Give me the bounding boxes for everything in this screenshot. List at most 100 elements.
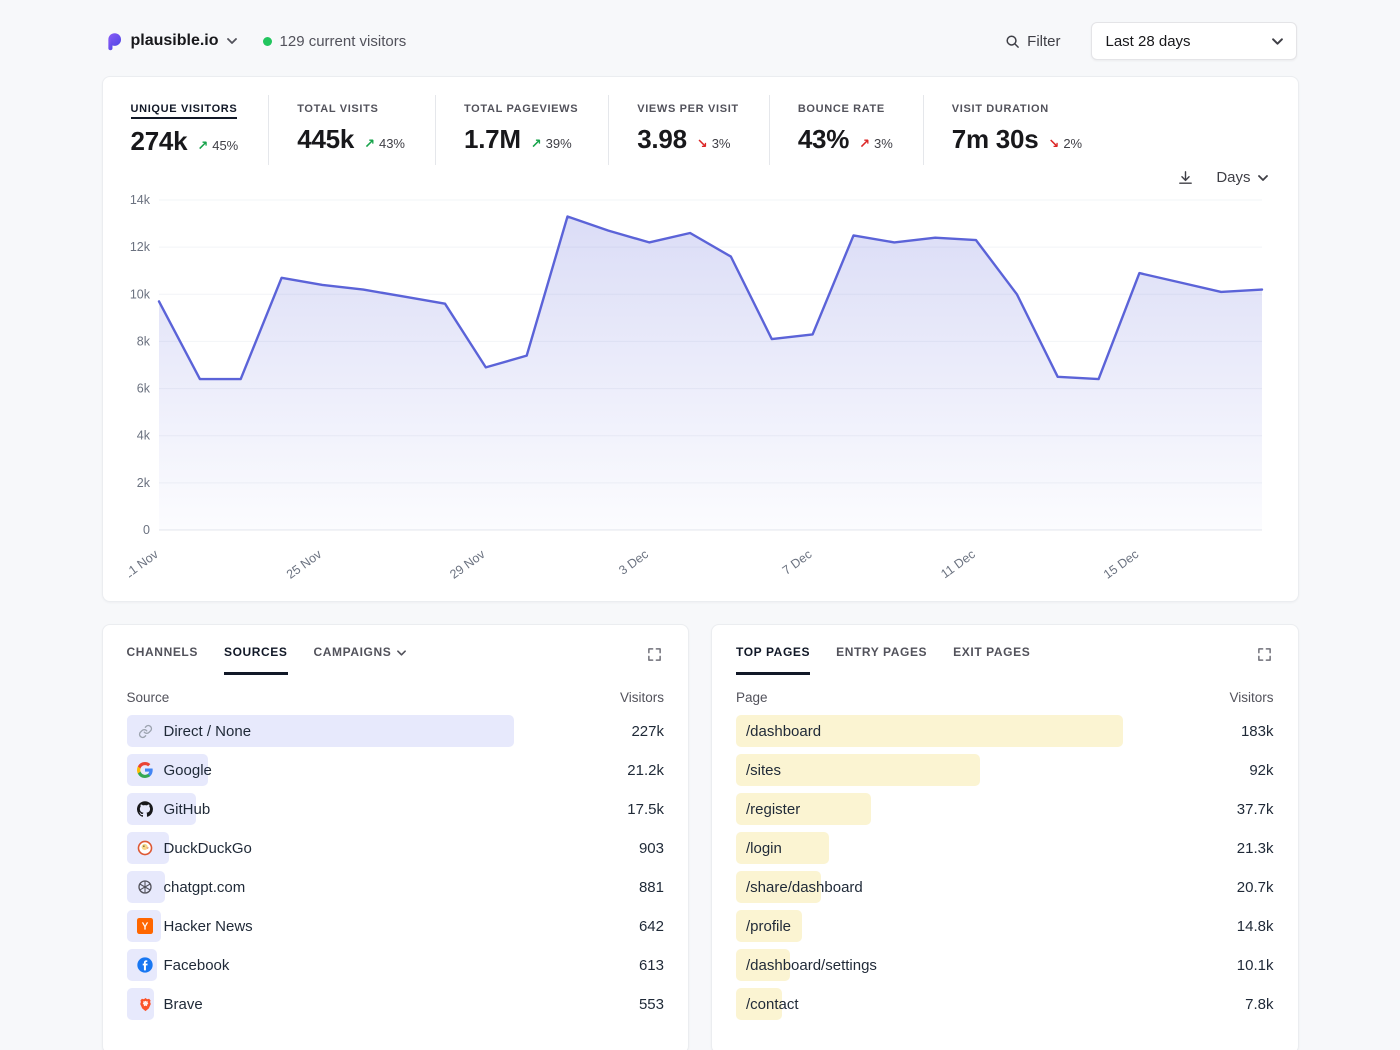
stat-total-pageviews[interactable]: TOTAL PAGEVIEWS1.7M↗39% <box>435 95 608 165</box>
stat-label: VISIT DURATION <box>952 103 1049 115</box>
stat-value: 7m 30s <box>952 124 1039 155</box>
tab-exit-pages[interactable]: EXIT PAGES <box>953 645 1030 675</box>
column-visitors: Visitors <box>1229 690 1273 705</box>
tab-top-pages[interactable]: TOP PAGES <box>736 645 810 675</box>
source-row[interactable]: Google21.2k <box>127 754 665 786</box>
svg-text:12k: 12k <box>129 240 150 254</box>
interval-select[interactable]: Days <box>1216 169 1267 186</box>
stat-change-value: 43% <box>379 136 405 151</box>
stat-change-value: 3% <box>874 136 893 151</box>
pages-card: TOP PAGES ENTRY PAGES EXIT PAGES Page Visi… <box>711 624 1299 1050</box>
row-value: 20.7k <box>1237 879 1274 896</box>
source-row[interactable]: DuckDuckGo903 <box>127 832 665 864</box>
page-row[interactable]: /sites 92k <box>736 754 1274 786</box>
expand-icon[interactable] <box>1255 645 1274 664</box>
row-label: Facebook <box>164 957 230 974</box>
tab-channels[interactable]: CHANNELS <box>127 645 198 675</box>
chevron-down-icon <box>397 645 406 659</box>
pages-table-header: Page Visitors <box>736 690 1274 705</box>
stat-change: ↗45% <box>197 138 238 154</box>
source-row[interactable]: Direct / None 227k <box>127 715 665 747</box>
hackernews-icon <box>137 918 154 935</box>
sources-table-header: Source Visitors <box>127 690 665 705</box>
row-value: 17.5k <box>627 801 664 818</box>
arrow-down-icon: ↘ <box>697 136 708 152</box>
page-row[interactable]: /share/dashboard 20.7k <box>736 871 1274 903</box>
source-row[interactable]: GitHub 17.5k <box>127 793 665 825</box>
stat-change: ↘2% <box>1048 136 1082 152</box>
stat-bounce-rate[interactable]: BOUNCE RATE43%↗3% <box>769 95 923 165</box>
tab-label: CHANNELS <box>127 645 198 659</box>
sources-card: CHANNELS SOURCES CAMPAIGNS Source Visitors… <box>102 624 690 1050</box>
stat-change: ↗43% <box>364 136 405 152</box>
svg-text:29 Nov: 29 Nov <box>447 547 488 582</box>
row-label: Direct / None <box>164 723 252 740</box>
sources-tabs: CHANNELS SOURCES CAMPAIGNS <box>127 645 646 675</box>
stat-value: 1.7M <box>464 124 521 155</box>
download-icon <box>1177 169 1194 186</box>
page-row[interactable]: /contact7.8k <box>736 988 1274 1020</box>
page-row[interactable]: /dashboard 183k <box>736 715 1274 747</box>
plausible-dashboard: plausible.io 129 current visitors Filter… <box>102 0 1299 1050</box>
row-label: Brave <box>164 996 203 1013</box>
date-range-select[interactable]: Last 28 days <box>1091 22 1297 60</box>
top-bar: plausible.io 129 current visitors Filter… <box>104 22 1297 60</box>
live-dot-icon <box>263 37 272 46</box>
stat-unique-visitors[interactable]: UNIQUE VISITORS274k↗45% <box>129 95 269 167</box>
row-label: /sites <box>746 762 781 779</box>
column-page: Page <box>736 690 768 705</box>
export-button[interactable] <box>1177 169 1194 186</box>
page-row[interactable]: /login21.3k <box>736 832 1274 864</box>
stat-value: 3.98 <box>637 124 687 155</box>
source-row[interactable]: chatgpt.com881 <box>127 871 665 903</box>
column-visitors: Visitors <box>620 690 664 705</box>
tab-sources[interactable]: SOURCES <box>224 645 288 675</box>
svg-text:2k: 2k <box>136 476 150 490</box>
stat-value: 445k <box>297 124 354 155</box>
svg-text:25 Nov: 25 Nov <box>283 547 324 582</box>
row-value: 37.7k <box>1237 801 1274 818</box>
date-range-value: Last 28 days <box>1106 33 1191 50</box>
visitors-panel: UNIQUE VISITORS274k↗45% TOTAL VISITS 445k ↗… <box>102 76 1299 602</box>
stat-total-visits[interactable]: TOTAL VISITS 445k ↗43% <box>268 95 435 165</box>
row-label: Hacker News <box>164 918 253 935</box>
stat-label: UNIQUE VISITORS <box>131 103 238 119</box>
row-value: 642 <box>639 918 664 935</box>
site-name: plausible.io <box>131 32 219 50</box>
source-row[interactable]: Brave553 <box>127 988 665 1020</box>
row-value: 92k <box>1249 762 1273 779</box>
svg-text:10k: 10k <box>129 287 150 301</box>
tab-entry-pages[interactable]: ENTRY PAGES <box>836 645 927 675</box>
tab-campaigns[interactable]: CAMPAIGNS <box>314 645 407 675</box>
row-label: /register <box>746 801 800 818</box>
duckduckgo-icon <box>137 840 154 857</box>
row-value: 183k <box>1241 723 1274 740</box>
filter-button[interactable]: Filter <box>1005 33 1060 50</box>
row-label: /dashboard/settings <box>746 957 877 974</box>
page-row[interactable]: /dashboard/settings10.1k <box>736 949 1274 981</box>
expand-icon[interactable] <box>645 645 664 664</box>
page-row[interactable]: /register 37.7k <box>736 793 1274 825</box>
row-label: GitHub <box>164 801 211 818</box>
column-source: Source <box>127 690 170 705</box>
svg-text:21 Nov: 21 Nov <box>129 547 161 582</box>
row-label: /share/dashboard <box>746 879 863 896</box>
page-row[interactable]: /profile14.8k <box>736 910 1274 942</box>
row-label: /dashboard <box>746 723 821 740</box>
tab-label: EXIT PAGES <box>953 645 1030 659</box>
source-row[interactable]: Hacker News 642 <box>127 910 665 942</box>
row-value: 7.8k <box>1245 996 1273 1013</box>
svg-text:15 Dec: 15 Dec <box>1100 547 1140 582</box>
svg-text:11 Dec: 11 Dec <box>938 547 978 581</box>
stat-visit-duration[interactable]: VISIT DURATION 7m 30s ↘2% <box>923 95 1112 165</box>
chevron-down-icon <box>227 38 237 44</box>
site-picker[interactable]: plausible.io <box>104 32 237 51</box>
stat-change: ↗3% <box>859 136 893 152</box>
google-icon <box>137 762 154 779</box>
stat-change-value: 39% <box>546 136 572 151</box>
source-row[interactable]: Facebook613 <box>127 949 665 981</box>
stat-label: TOTAL VISITS <box>297 103 378 115</box>
row-value: 227k <box>631 723 664 740</box>
breakdown-section: CHANNELS SOURCES CAMPAIGNS Source Visitors… <box>102 624 1299 1050</box>
stat-views-per-visit[interactable]: VIEWS PER VISIT3.98↘3% <box>608 95 769 165</box>
